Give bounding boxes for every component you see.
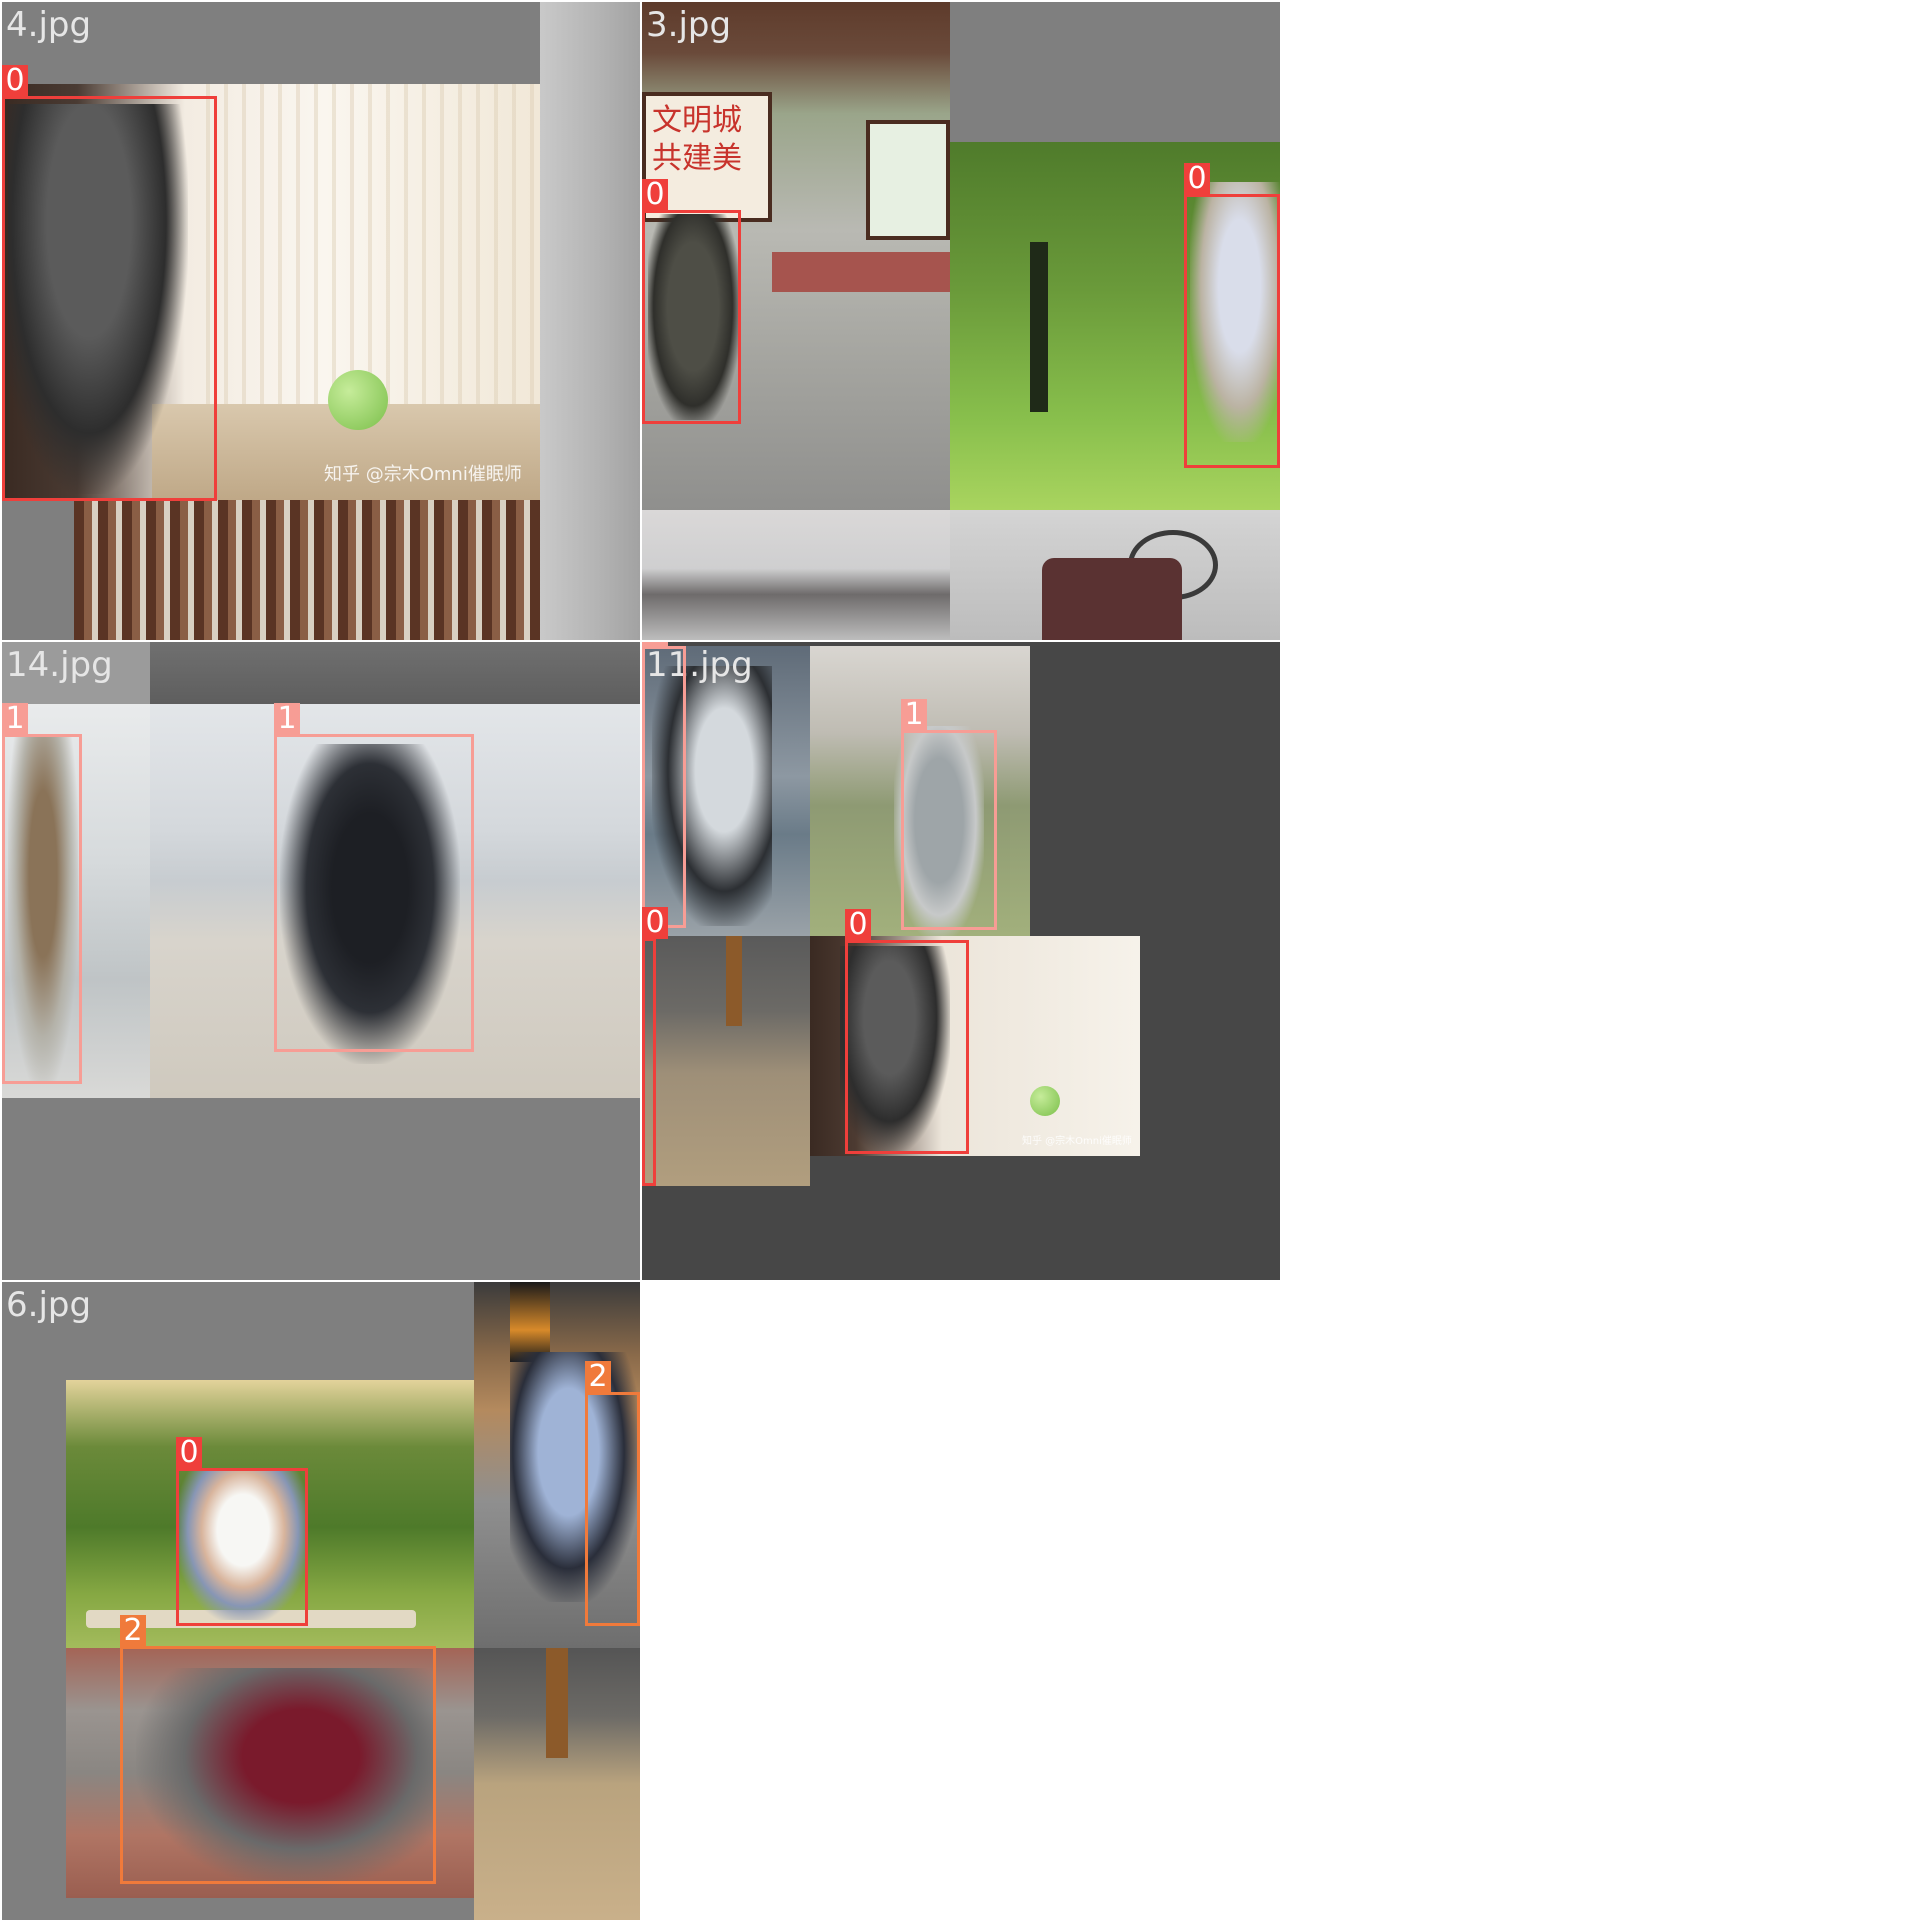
- mosaic-tile-6: 6.jpg 0 2 2: [2, 1282, 640, 1920]
- bounding-box-label: 2: [120, 1615, 146, 1647]
- tree-trunk: [546, 1648, 568, 1758]
- notice-board: [866, 120, 950, 240]
- bounding-box-label: 1: [901, 699, 927, 731]
- signboard-text: 文明城 共建美: [652, 103, 742, 176]
- red-walkway: [772, 252, 950, 292]
- bounding-box-class-0: 0: [1184, 163, 1280, 468]
- bounding-box-class-0: 0: [2, 65, 217, 501]
- bounding-box-label: 0: [642, 907, 668, 939]
- bounding-box-label: 0: [176, 1437, 202, 1469]
- bounding-box-class-2: 2: [585, 1361, 640, 1626]
- bounding-box-label: 1: [274, 703, 300, 735]
- bounding-box-class-1: 1: [642, 642, 686, 928]
- mosaic-tile-14: 14.jpg 1 1: [2, 642, 640, 1280]
- bounding-box-class-1: 1: [2, 703, 82, 1084]
- bounding-box-label: 1: [2, 703, 28, 735]
- photo-tree-pavement: [642, 936, 810, 1186]
- bounding-box-class-1: 1: [274, 703, 474, 1052]
- photo-pavilion-lattice: [74, 500, 540, 640]
- photo-tree-pavement: [474, 1648, 640, 1920]
- bounding-box-label: 1: [642, 642, 668, 647]
- bounding-box-class-0: 0: [642, 907, 668, 1186]
- bounding-box-label: 0: [1184, 163, 1210, 195]
- tree-trunk: [1030, 242, 1048, 412]
- mosaic-tile-4: 知乎 @宗木Omni催眠师 4.jpg 0: [2, 2, 640, 640]
- photo-mountain: [642, 510, 950, 640]
- watermark-text: 知乎 @宗木Omni催眠师: [1022, 1136, 1132, 1147]
- bounding-box-class-1: 1: [901, 699, 997, 930]
- photo-wheelchair: [950, 510, 1280, 640]
- mosaic-tile-3: 文明城 共建美 3.jpg 0 0: [642, 2, 1280, 640]
- green-balloon: [328, 370, 388, 430]
- wheelchair-body: [1042, 558, 1182, 640]
- bounding-box-label: 2: [585, 1361, 611, 1393]
- pole: [510, 1282, 550, 1362]
- bounding-box-class-2: 2: [120, 1615, 436, 1884]
- bounding-box-label: 0: [642, 179, 668, 211]
- bounding-box-class-0: 0: [176, 1437, 308, 1626]
- tile-label: 4.jpg: [6, 5, 92, 45]
- photo-concrete-strip: [540, 2, 640, 640]
- bounding-box-class-0: 0: [642, 179, 741, 424]
- green-balloon: [1030, 1086, 1060, 1116]
- tile-label: 3.jpg: [646, 5, 732, 45]
- tile-label: 14.jpg: [6, 645, 113, 685]
- bounding-box-label: 0: [845, 909, 871, 941]
- tree-trunk: [726, 936, 742, 1026]
- bounding-box-class-0: 0: [845, 909, 969, 1154]
- bounding-box-label: 0: [2, 65, 28, 97]
- photo-asphalt-strip: [150, 642, 640, 704]
- tile-label: 6.jpg: [6, 1285, 92, 1325]
- watermark-text: 知乎 @宗木Omni催眠师: [324, 464, 522, 485]
- mosaic-tile-11: 知乎 @宗木Omni催眠师 11.jpg 1 1 0 0: [642, 642, 1280, 1280]
